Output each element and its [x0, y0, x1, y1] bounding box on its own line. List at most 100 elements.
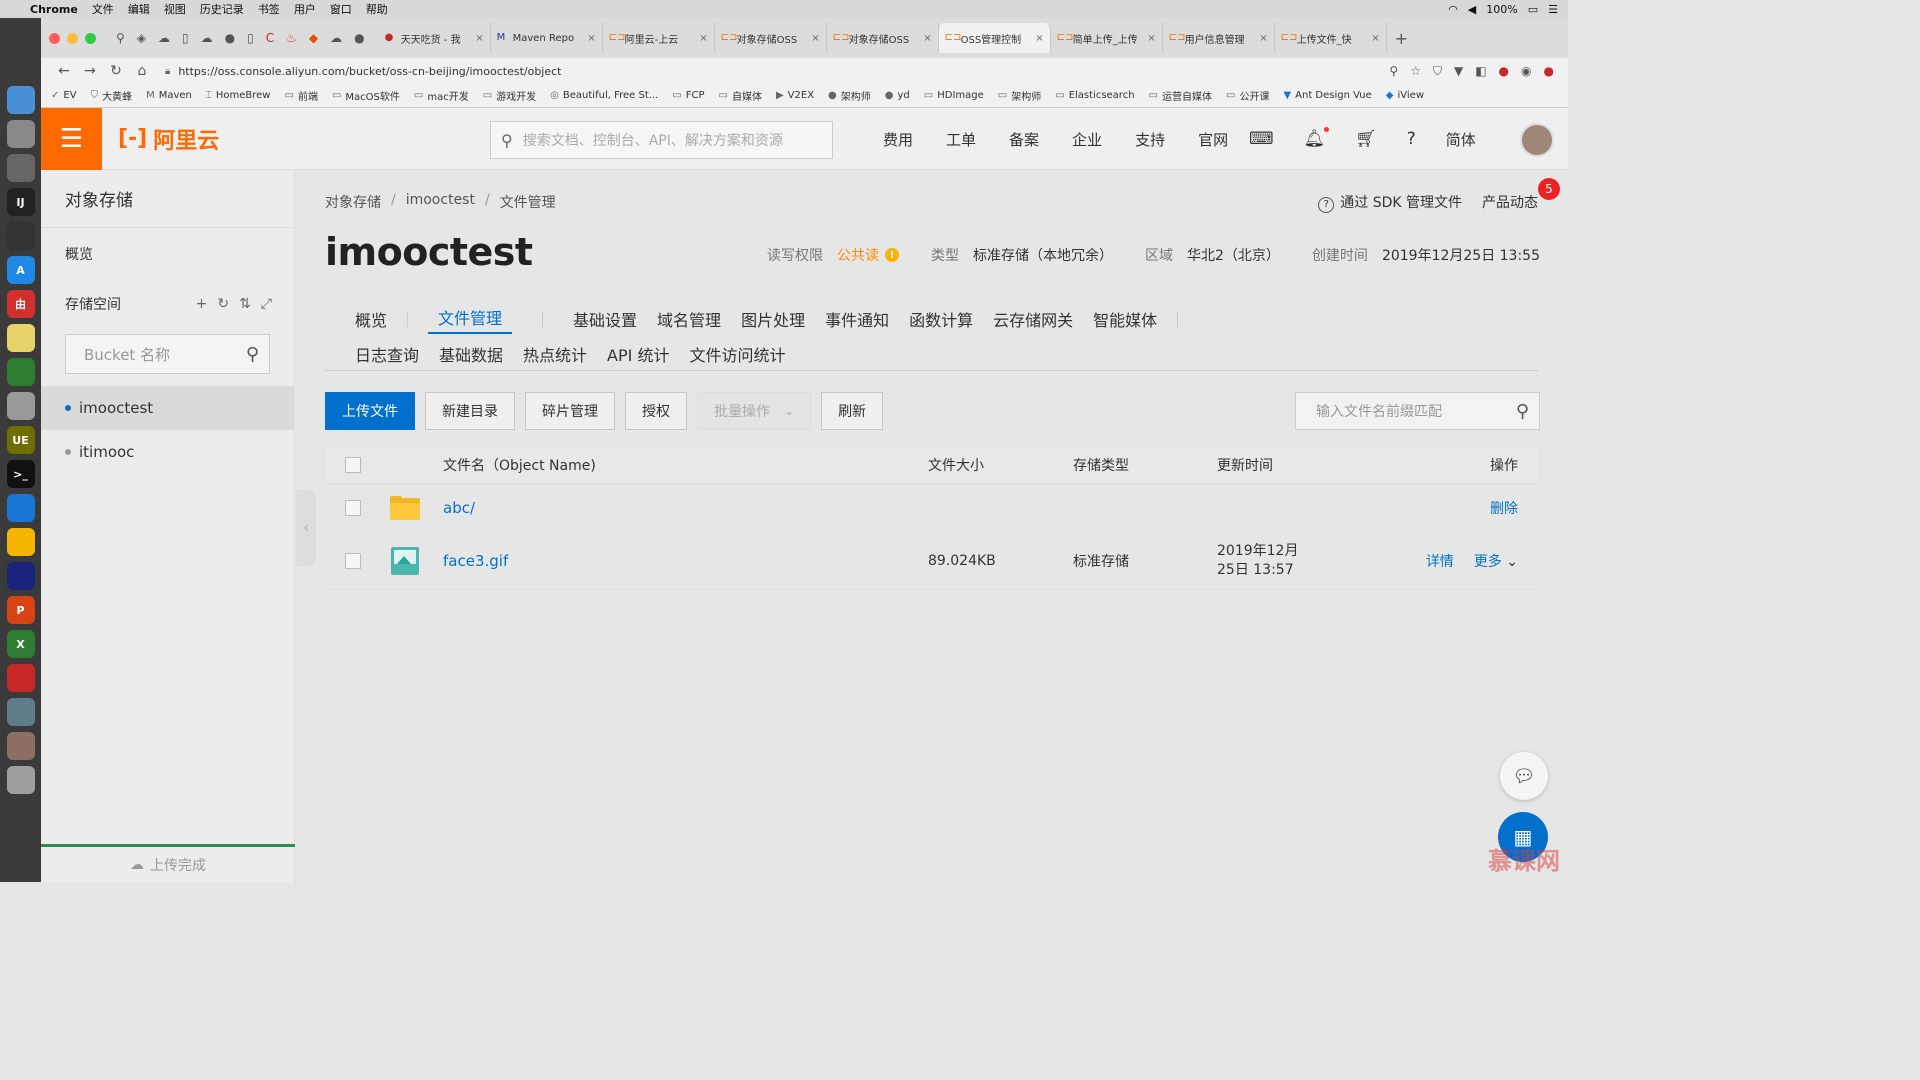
- nav-tickets[interactable]: 工单: [946, 129, 976, 150]
- browser-tab[interactable]: ● 天天吃货 - 我 ×: [379, 23, 491, 53]
- nav-icp[interactable]: 备案: [1009, 129, 1039, 150]
- cart-icon[interactable]: 🛒︎: [1355, 129, 1377, 149]
- browser-tab[interactable]: ⊏⊐ 阿里云-上云 ×: [603, 23, 715, 53]
- row-checkbox[interactable]: [345, 552, 361, 569]
- close-tab-icon[interactable]: ×: [475, 33, 483, 44]
- image-file-icon[interactable]: [6, 732, 35, 760]
- quicktime-icon[interactable]: [6, 562, 35, 590]
- bookmark-folder[interactable]: ▭ 自媒体: [719, 88, 762, 103]
- bookmark[interactable]: ◎ Beautiful, Free St...: [550, 90, 658, 101]
- browser-tab[interactable]: ⊏⊐ 用户信息管理 ×: [1163, 23, 1275, 53]
- breadcrumb-item[interactable]: imooctest: [406, 192, 475, 212]
- bookmark[interactable]: ▶ V2EX: [776, 90, 814, 101]
- menu-hamburger-icon[interactable]: ☰: [41, 107, 102, 170]
- menubar-item-view[interactable]: 视图: [164, 1, 186, 17]
- authorize-button[interactable]: 授权: [625, 392, 687, 430]
- refresh-button[interactable]: 刷新: [821, 392, 884, 430]
- tab-domain-management[interactable]: 域名管理: [657, 307, 721, 331]
- new-tab-button[interactable]: +: [1395, 29, 1408, 48]
- tab-file-access-stats[interactable]: 文件访问统计: [689, 342, 785, 366]
- reload-icon[interactable]: ↻: [103, 63, 129, 79]
- close-tab-icon[interactable]: ×: [699, 33, 707, 44]
- bookmark-folder[interactable]: ▭ Elasticsearch: [1055, 90, 1134, 101]
- fragment-management-button[interactable]: 碎片管理: [525, 392, 615, 430]
- bookmark[interactable]: ● yd: [885, 90, 910, 101]
- row-checkbox[interactable]: [345, 499, 361, 516]
- photo-app-icon[interactable]: [6, 392, 35, 420]
- tab-log-query[interactable]: 日志查询: [355, 342, 419, 366]
- browser-tab[interactable]: ⊏⊐ 上传文件_快 ×: [1275, 23, 1387, 53]
- home-icon[interactable]: ⌂: [129, 63, 155, 79]
- sidebar-bucket-imooctest[interactable]: imooctest: [41, 386, 294, 430]
- new-directory-button[interactable]: 新建目录: [425, 392, 515, 430]
- minimize-window-button[interactable]: [67, 32, 78, 44]
- close-tab-icon[interactable]: ×: [811, 33, 819, 44]
- terminal-icon[interactable]: >_: [6, 460, 35, 488]
- pinned-c-icon[interactable]: C: [266, 31, 274, 45]
- extension-icon[interactable]: ◧: [1475, 64, 1486, 79]
- back-arrow-icon[interactable]: ←: [51, 63, 77, 79]
- chrome-icon[interactable]: [6, 528, 35, 556]
- menubar-item-edit[interactable]: 编辑: [128, 1, 150, 17]
- nav-enterprise[interactable]: 企业: [1072, 129, 1102, 150]
- bookmark-folder[interactable]: ▭ 运营自媒体: [1149, 88, 1212, 103]
- close-tab-icon[interactable]: ×: [1035, 33, 1043, 44]
- tab-intelligent-media[interactable]: 智能媒体: [1093, 307, 1157, 331]
- app-store-icon[interactable]: A: [6, 256, 35, 284]
- vscode-icon[interactable]: [6, 494, 35, 522]
- details-link[interactable]: 详情: [1426, 551, 1454, 571]
- sidebar-collapse-handle[interactable]: ‹: [296, 490, 316, 566]
- pinned-flame-icon[interactable]: ♨: [286, 31, 297, 45]
- tab-storage-gateway[interactable]: 云存储网关: [993, 307, 1073, 331]
- tab-image-processing[interactable]: 图片处理: [741, 307, 805, 331]
- sort-icon[interactable]: ⇅: [239, 296, 251, 312]
- pinned-tab-icon[interactable]: ◈: [137, 31, 146, 45]
- finder-icon[interactable]: [6, 86, 35, 114]
- bookmark[interactable]: ⛉ 大黄蜂: [91, 88, 133, 103]
- notification-bell-icon[interactable]: 🔔︎: [1304, 127, 1330, 149]
- browser-tab[interactable]: M Maven Repo ×: [491, 23, 603, 53]
- pinned-gitlab-icon[interactable]: ◆: [309, 31, 318, 45]
- more-dropdown[interactable]: 更多 ⌄: [1474, 551, 1518, 571]
- evernote-icon[interactable]: [6, 358, 35, 386]
- bookmark[interactable]: M Maven: [146, 90, 192, 101]
- monitor-icon[interactable]: [6, 222, 35, 250]
- menubar-item-window[interactable]: 窗口: [330, 1, 352, 17]
- product-news-link[interactable]: 产品动态 5: [1482, 178, 1560, 212]
- bookmark-folder[interactable]: ▭ mac开发: [414, 88, 469, 103]
- pinned-cloud-icon[interactable]: ☁: [201, 31, 213, 45]
- pinned-tab-icon[interactable]: ⚲: [116, 31, 125, 45]
- browser-tab[interactable]: ⊏⊐ 简单上传_上传 ×: [1051, 23, 1163, 53]
- tab-file-management[interactable]: 文件管理: [428, 305, 513, 334]
- close-tab-icon[interactable]: ×: [1371, 33, 1379, 44]
- tab-hotspot-stats[interactable]: 热点统计: [523, 342, 587, 366]
- intellij-icon[interactable]: IJ: [6, 188, 35, 216]
- app-icon[interactable]: [6, 664, 35, 692]
- batch-operations-dropdown[interactable]: 批量操作 ⌄: [697, 392, 812, 430]
- bookmark[interactable]: ⌶ HomeBrew: [206, 90, 271, 101]
- bookmark[interactable]: ✓ EV: [51, 90, 77, 101]
- system-preferences-icon[interactable]: [6, 154, 35, 182]
- sidebar-item-overview[interactable]: 概览: [41, 228, 294, 280]
- browser-tab-active[interactable]: ⊏⊐ OSS管理控制 ×: [938, 23, 1051, 53]
- aliyun-logo[interactable]: [-] 阿里云: [118, 123, 219, 155]
- prefix-search-input[interactable]: 输入文件名前缀匹配 ⚲: [1295, 392, 1540, 430]
- cloud-shell-icon[interactable]: ⌨: [1249, 129, 1274, 149]
- select-all-checkbox[interactable]: [345, 456, 361, 473]
- profile-icon[interactable]: ◉: [1521, 64, 1531, 79]
- user-avatar[interactable]: [1520, 123, 1554, 157]
- bookmark[interactable]: ◆ iView: [1386, 90, 1424, 101]
- nav-support[interactable]: 支持: [1135, 129, 1165, 150]
- extension-shield-icon[interactable]: ⛉: [1433, 64, 1442, 79]
- tab-function-compute[interactable]: 函数计算: [909, 307, 973, 331]
- star-icon[interactable]: ☆: [1410, 64, 1421, 79]
- chat-support-button[interactable]: 💬︎: [1500, 752, 1548, 800]
- extension-filter-icon[interactable]: ▼: [1454, 64, 1463, 79]
- tab-basic-settings[interactable]: 基础设置: [573, 307, 637, 331]
- close-window-button[interactable]: [49, 32, 60, 44]
- browser-tab[interactable]: ⊏⊐ 对象存储OSS ×: [715, 23, 827, 53]
- bookmark-folder[interactable]: ▭ 前端: [285, 88, 318, 103]
- menubar-item-bookmarks[interactable]: 书签: [258, 1, 280, 17]
- bucket-search-input[interactable]: Bucket 名称 ⚲: [65, 334, 270, 374]
- pinned-github-icon[interactable]: ●: [354, 31, 364, 45]
